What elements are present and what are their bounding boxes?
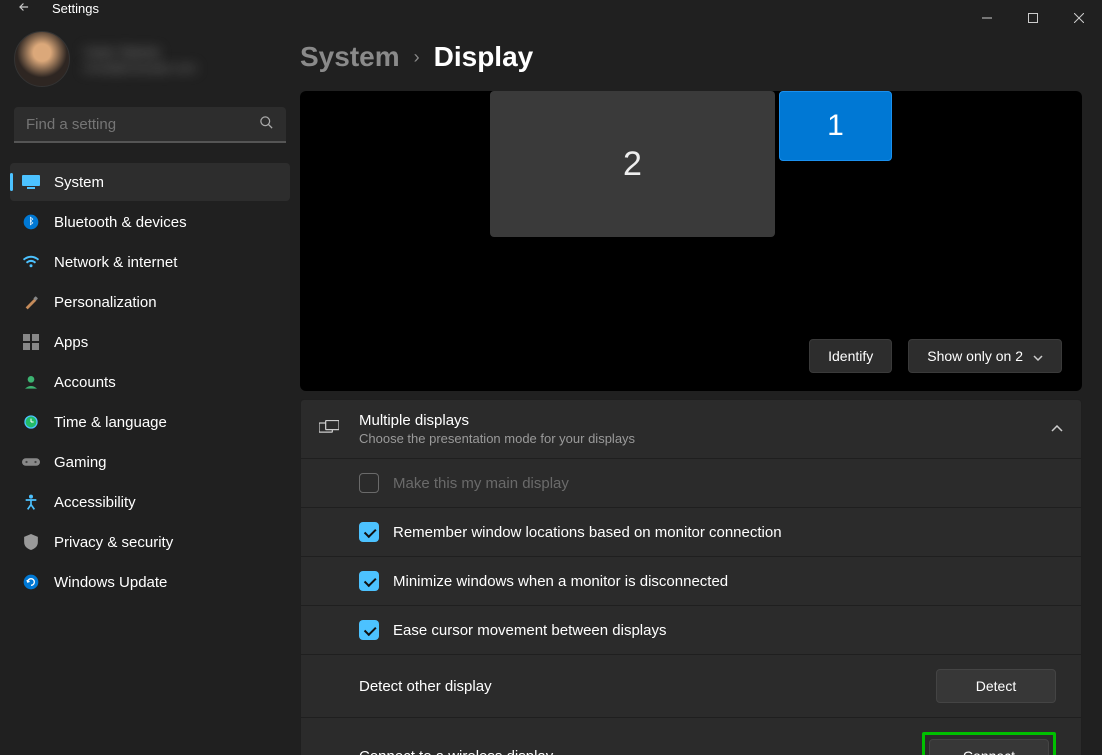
minimize-windows-row[interactable]: Minimize windows when a monitor is disco… (301, 556, 1081, 605)
profile-email: email@example.com (84, 61, 196, 75)
sidebar-item-network[interactable]: Network & internet (10, 243, 290, 281)
search-input-container[interactable] (14, 107, 286, 143)
maximize-button[interactable] (1010, 0, 1056, 36)
row-label: Detect other display (359, 678, 922, 695)
close-button[interactable] (1056, 0, 1102, 36)
sidebar-item-label: Apps (54, 334, 88, 351)
make-main-display-row: Make this my main display (301, 458, 1081, 507)
sidebar-item-personalization[interactable]: Personalization (10, 283, 290, 321)
sidebar-item-label: Personalization (54, 294, 157, 311)
sidebar-item-accounts[interactable]: Accounts (10, 363, 290, 401)
sidebar-item-label: Gaming (54, 454, 107, 471)
window-controls (964, 0, 1102, 36)
sidebar-item-label: Time & language (54, 414, 167, 431)
sidebar-item-accessibility[interactable]: Accessibility (10, 483, 290, 521)
person-icon (22, 373, 40, 391)
sidebar-item-label: System (54, 174, 104, 191)
sidebar-item-label: Privacy & security (54, 534, 173, 551)
identify-button[interactable]: Identify (809, 339, 892, 373)
sidebar-item-label: Windows Update (54, 574, 167, 591)
monitor-1[interactable]: 1 (779, 91, 892, 161)
sidebar-item-gaming[interactable]: Gaming (10, 443, 290, 481)
sidebar-item-bluetooth[interactable]: Bluetooth & devices (10, 203, 290, 241)
sidebar-item-label: Network & internet (54, 254, 177, 271)
search-icon (259, 115, 274, 133)
sidebar-item-label: Accounts (54, 374, 116, 391)
monitor-2[interactable]: 2 (490, 91, 775, 237)
ease-cursor-row[interactable]: Ease cursor movement between displays (301, 605, 1081, 654)
display-arrangement-panel: 2 1 Identify Show only on 2 (300, 91, 1082, 391)
search-input[interactable] (26, 116, 259, 133)
titlebar: Settings (0, 0, 1102, 17)
system-icon (22, 173, 40, 191)
display-mode-label: Show only on 2 (927, 348, 1023, 364)
sidebar-item-label: Bluetooth & devices (54, 214, 187, 231)
back-button[interactable] (14, 0, 34, 17)
card-subtitle: Choose the presentation mode for your di… (359, 431, 1033, 446)
sidebar-item-apps[interactable]: Apps (10, 323, 290, 361)
window-title: Settings (52, 1, 99, 16)
connect-button[interactable]: Connect (929, 739, 1049, 755)
multiple-displays-header[interactable]: Multiple displays Choose the presentatio… (301, 400, 1081, 458)
chevron-right-icon: › (414, 47, 420, 68)
breadcrumb-parent[interactable]: System (300, 41, 400, 73)
chevron-up-icon (1051, 422, 1063, 436)
accessibility-icon (22, 493, 40, 511)
bluetooth-icon (22, 213, 40, 231)
row-label: Connect to a wireless display (359, 748, 908, 755)
profile-section[interactable]: User Name email@example.com (10, 25, 290, 97)
sidebar-item-update[interactable]: Windows Update (10, 563, 290, 601)
highlight-annotation: Connect (922, 732, 1056, 755)
detect-display-row: Detect other display Detect (301, 654, 1081, 717)
sidebar-item-privacy[interactable]: Privacy & security (10, 523, 290, 561)
row-label: Ease cursor movement between displays (393, 622, 666, 639)
sidebar-item-system[interactable]: System (10, 163, 290, 201)
minimize-button[interactable] (964, 0, 1010, 36)
page-title: Display (434, 41, 534, 73)
displays-icon (319, 420, 341, 439)
clock-icon (22, 413, 40, 431)
monitor-arrangement[interactable]: 2 1 (320, 91, 1062, 339)
sidebar-item-time[interactable]: Time & language (10, 403, 290, 441)
sidebar-item-label: Accessibility (54, 494, 136, 511)
wireless-display-row: Connect to a wireless display Connect (301, 717, 1081, 755)
row-label: Make this my main display (393, 475, 569, 492)
chevron-down-icon (1033, 348, 1043, 364)
gamepad-icon (22, 453, 40, 471)
nav: System Bluetooth & devices Network & int… (10, 163, 290, 601)
sidebar: User Name email@example.com System Bluet… (0, 17, 300, 755)
apps-icon (22, 333, 40, 351)
remember-locations-checkbox[interactable] (359, 522, 379, 542)
shield-icon (22, 533, 40, 551)
row-label: Remember window locations based on monit… (393, 524, 782, 541)
card-title: Multiple displays (359, 412, 1033, 429)
breadcrumb: System › Display (300, 35, 1082, 91)
wifi-icon (22, 253, 40, 271)
multiple-displays-card: Multiple displays Choose the presentatio… (300, 399, 1082, 755)
remember-locations-row[interactable]: Remember window locations based on monit… (301, 507, 1081, 556)
make-main-checkbox (359, 473, 379, 493)
brush-icon (22, 293, 40, 311)
display-mode-dropdown[interactable]: Show only on 2 (908, 339, 1062, 373)
avatar (14, 31, 70, 87)
profile-name: User Name (84, 44, 196, 61)
row-label: Minimize windows when a monitor is disco… (393, 573, 728, 590)
minimize-windows-checkbox[interactable] (359, 571, 379, 591)
main-content: System › Display 2 1 Identify Show only … (300, 17, 1102, 755)
ease-cursor-checkbox[interactable] (359, 620, 379, 640)
update-icon (22, 573, 40, 591)
detect-button[interactable]: Detect (936, 669, 1056, 703)
